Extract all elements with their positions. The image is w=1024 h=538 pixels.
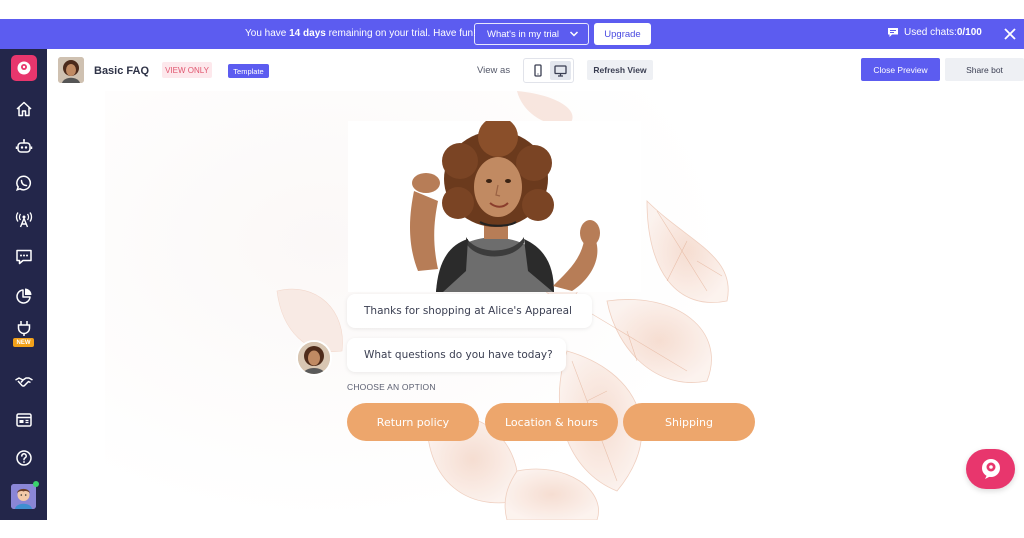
chat-launcher-button[interactable] — [966, 449, 1015, 489]
logo-icon — [17, 61, 31, 75]
upgrade-button[interactable]: Upgrade — [594, 23, 651, 45]
chevron-down-icon — [569, 31, 579, 37]
bot-message-bubble: What questions do you have today? — [347, 338, 566, 372]
option-shipping-button[interactable]: Shipping — [623, 403, 755, 441]
desktop-icon — [554, 64, 567, 77]
home-icon — [16, 101, 32, 117]
view-as-label: View as — [477, 65, 511, 76]
bot-avatar — [58, 57, 84, 83]
used-chats-counter: Used chats: 0/100 — [887, 27, 982, 38]
desktop-view-button[interactable] — [550, 61, 571, 80]
bot-message-bubble: Thanks for shopping at Alice's Appareal — [347, 294, 592, 328]
sidebar-item-partners[interactable] — [13, 371, 35, 393]
chat-bubble-icon — [888, 28, 898, 37]
chat-bot-avatar — [296, 340, 332, 376]
broadcast-icon — [15, 212, 33, 228]
new-badge: NEW — [13, 338, 34, 347]
sidebar-item-live-chat[interactable] — [13, 246, 35, 268]
used-chats-value: 0/100 — [956, 27, 982, 38]
sidebar-item-analytics[interactable] — [13, 285, 35, 307]
app-root: You have 14 days remaining on your trial… — [0, 0, 1024, 538]
hero-model-image — [348, 121, 641, 292]
chat-message-icon — [16, 249, 32, 265]
template-badge: Template — [228, 64, 269, 78]
trial-message: You have 14 days remaining on your trial… — [245, 28, 476, 39]
user-avatar-image — [11, 484, 36, 509]
view-only-badge: VIEW ONLY — [162, 62, 212, 78]
integrations-plug-icon — [17, 321, 31, 336]
trial-message-prefix: You have — [245, 28, 290, 39]
mobile-view-button[interactable] — [527, 61, 548, 80]
chat-launcher-icon — [981, 459, 1000, 479]
option-location-hours-button[interactable]: Location & hours — [485, 403, 618, 441]
trial-dropdown[interactable]: What's in my trial — [474, 23, 589, 45]
close-preview-button[interactable]: Close Preview — [861, 58, 940, 81]
sidebar-item-whatsapp[interactable] — [13, 172, 35, 194]
trial-message-suffix: remaining on your trial. Have fun! — [325, 28, 476, 39]
app-logo[interactable] — [11, 55, 37, 81]
sidebar-item-home[interactable] — [13, 98, 35, 120]
sidebar-item-templates[interactable] — [13, 409, 35, 431]
sidebar-item-help[interactable] — [13, 447, 35, 469]
trial-dropdown-label: What's in my trial — [487, 28, 560, 40]
used-chats-label: Used chats: — [904, 27, 957, 38]
close-icon[interactable] — [1002, 26, 1018, 42]
share-bot-button[interactable]: Share bot — [945, 58, 1024, 81]
builder-header: Basic FAQ VIEW ONLY Template View as Ref… — [47, 49, 1024, 91]
handshake-icon — [15, 377, 33, 387]
device-toggle — [523, 58, 574, 83]
sidebar-item-integrations[interactable] — [13, 317, 35, 339]
bot-name: Basic FAQ — [94, 65, 150, 77]
bot-preview-canvas: Thanks for shopping at Alice's Appareal … — [47, 91, 1024, 520]
user-avatar[interactable] — [11, 484, 36, 509]
mobile-icon — [533, 64, 542, 77]
sidebar-item-bots[interactable] — [13, 135, 35, 157]
chat-avatar-image — [298, 342, 330, 374]
trial-banner: You have 14 days remaining on your trial… — [0, 19, 1024, 49]
template-card-icon — [16, 413, 32, 427]
online-status-dot — [33, 481, 39, 487]
analytics-pie-icon — [16, 288, 32, 304]
option-return-policy-button[interactable]: Return policy — [347, 403, 479, 441]
refresh-view-button[interactable]: Refresh View — [587, 60, 653, 80]
trial-days-remaining: 14 days — [289, 28, 326, 39]
sidebar-item-broadcast[interactable] — [13, 209, 35, 231]
left-sidebar: NEW — [0, 49, 47, 520]
help-icon — [16, 450, 32, 466]
whatsapp-icon — [15, 175, 32, 192]
bot-icon — [15, 139, 33, 153]
bot-avatar-image — [58, 57, 84, 83]
choose-option-label: CHOOSE AN OPTION — [347, 382, 436, 392]
